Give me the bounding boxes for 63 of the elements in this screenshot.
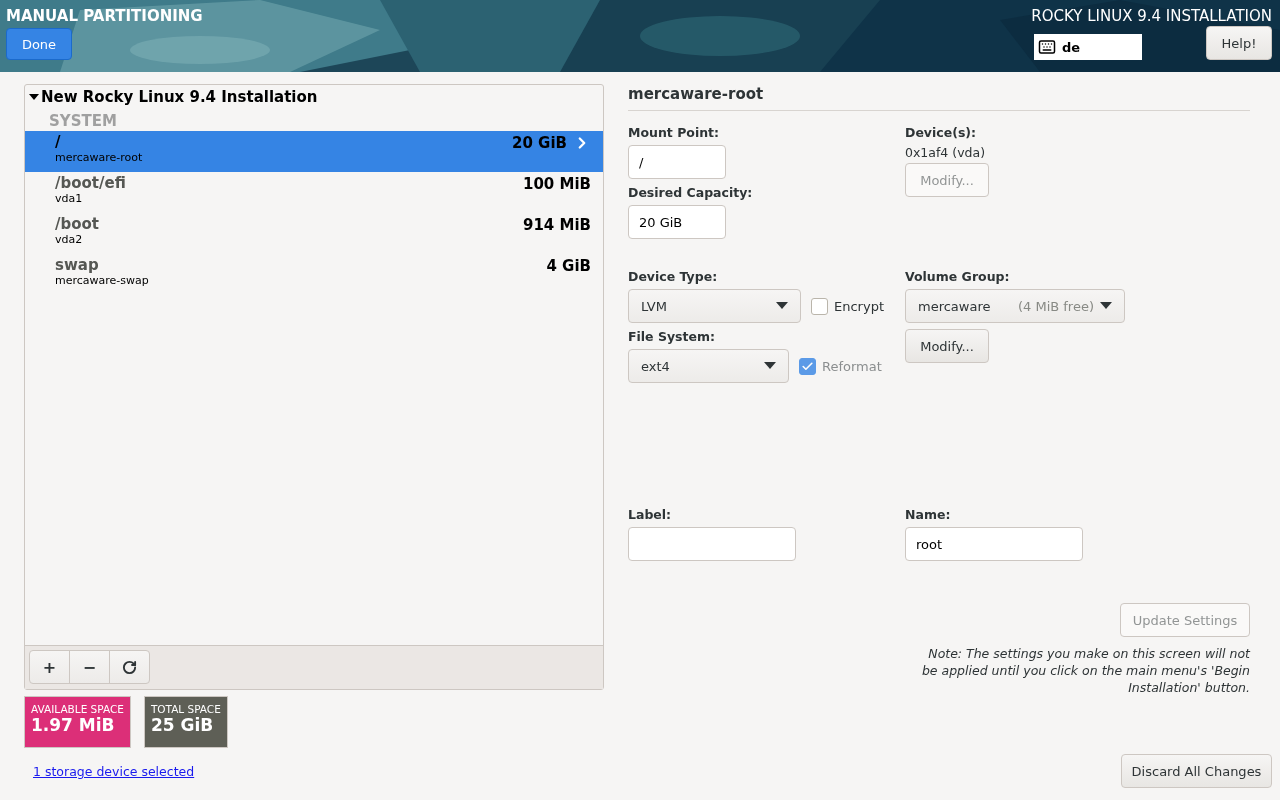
field-label: Name: bbox=[905, 507, 952, 524]
partition-row[interactable]: /boot/efi vda1 100 MiB bbox=[25, 172, 603, 213]
mount-point-field[interactable]: / bbox=[628, 145, 726, 179]
checkbox[interactable] bbox=[811, 297, 828, 315]
label-field[interactable] bbox=[628, 527, 796, 561]
note-text: Note: The settings you make on this screen will not be applied until you click on the main menu's 'Begin Installation' button. bbox=[920, 645, 1250, 696]
device-text: mercaware-swap bbox=[55, 274, 149, 288]
size-text: 100 MiB bbox=[522, 175, 591, 193]
add-button[interactable]: + bbox=[29, 650, 70, 684]
space-label: AVAILABLE SPACE bbox=[31, 703, 124, 715]
field-label: Mount Point: bbox=[628, 125, 721, 142]
keyboard-icon bbox=[1038, 38, 1056, 56]
section-heading: SYSTEM bbox=[48, 111, 118, 131]
installation-title: New Rocky Linux 9.4 Installation bbox=[41, 88, 318, 106]
dropdown-caret-icon bbox=[776, 302, 788, 310]
partition-row[interactable]: /boot vda2 914 MiB bbox=[25, 213, 603, 254]
discard-changes-button[interactable]: Discard All Changes bbox=[1121, 754, 1272, 788]
device-text: vda2 bbox=[55, 233, 84, 247]
mount-point-text: swap bbox=[55, 256, 100, 274]
expander-down-icon[interactable] bbox=[29, 92, 39, 102]
dropdown-caret-icon bbox=[764, 362, 776, 370]
device-text: vda1 bbox=[55, 192, 84, 206]
partition-title: mercaware-root bbox=[628, 84, 765, 105]
size-text: 4 GiB bbox=[546, 257, 591, 275]
volume-group-dropdown[interactable]: mercaware (4 MiB free) bbox=[905, 289, 1125, 323]
partition-row[interactable]: swap mercaware-swap 4 GiB bbox=[25, 254, 603, 295]
mount-point-text: /boot bbox=[55, 215, 99, 233]
partition-row[interactable]: / mercaware-root 20 GiB bbox=[25, 131, 603, 172]
device-name: 0x1af4 (vda) bbox=[905, 145, 987, 162]
product-title: ROCKY LINUX 9.4 INSTALLATION bbox=[1031, 6, 1272, 26]
size-text: 914 MiB bbox=[522, 216, 591, 234]
storage-link[interactable]: 1 storage device selected bbox=[33, 764, 195, 779]
refresh-icon bbox=[122, 659, 137, 675]
field-label: Device(s): bbox=[905, 125, 978, 142]
screen-title: MANUAL PARTITIONING bbox=[6, 6, 203, 26]
field-label: File System: bbox=[628, 329, 716, 346]
space-value: 25 GiB bbox=[150, 715, 215, 735]
keyboard-layout-indicator[interactable]: de bbox=[1034, 34, 1142, 60]
modify-volume-group-button[interactable]: Modify... bbox=[905, 329, 989, 363]
field-label: Desired Capacity: bbox=[628, 185, 754, 202]
mount-point-text: / bbox=[55, 133, 62, 151]
done-button[interactable]: Done bbox=[6, 28, 72, 60]
remove-button[interactable]: − bbox=[69, 650, 110, 684]
name-field[interactable]: root bbox=[905, 527, 1083, 561]
size-text: 20 GiB bbox=[512, 134, 567, 152]
field-label: Volume Group: bbox=[905, 269, 1011, 286]
keyboard-layout-text: de bbox=[1062, 39, 1081, 55]
checkbox-label: Encrypt bbox=[834, 298, 884, 314]
refresh-button[interactable] bbox=[109, 650, 150, 684]
free-space-text: (4 MiB free) bbox=[1017, 298, 1094, 314]
field-label: Label: bbox=[628, 507, 673, 524]
file-system-dropdown[interactable]: ext4 bbox=[628, 349, 789, 383]
space-value: 1.97 MiB bbox=[31, 715, 116, 735]
device-text: mercaware-root bbox=[55, 151, 143, 165]
mount-point-text: /boot/efi bbox=[55, 174, 126, 192]
device-type-dropdown[interactable]: LVM bbox=[628, 289, 801, 323]
dropdown-caret-icon bbox=[1100, 302, 1112, 310]
field-label: Device Type: bbox=[628, 269, 719, 286]
help-button[interactable]: Help! bbox=[1206, 26, 1272, 60]
capacity-field[interactable]: 20 GiB bbox=[628, 205, 726, 239]
space-label: TOTAL SPACE bbox=[150, 703, 221, 715]
checkmark-icon bbox=[801, 359, 814, 373]
checkbox-label: Reformat bbox=[822, 358, 882, 374]
